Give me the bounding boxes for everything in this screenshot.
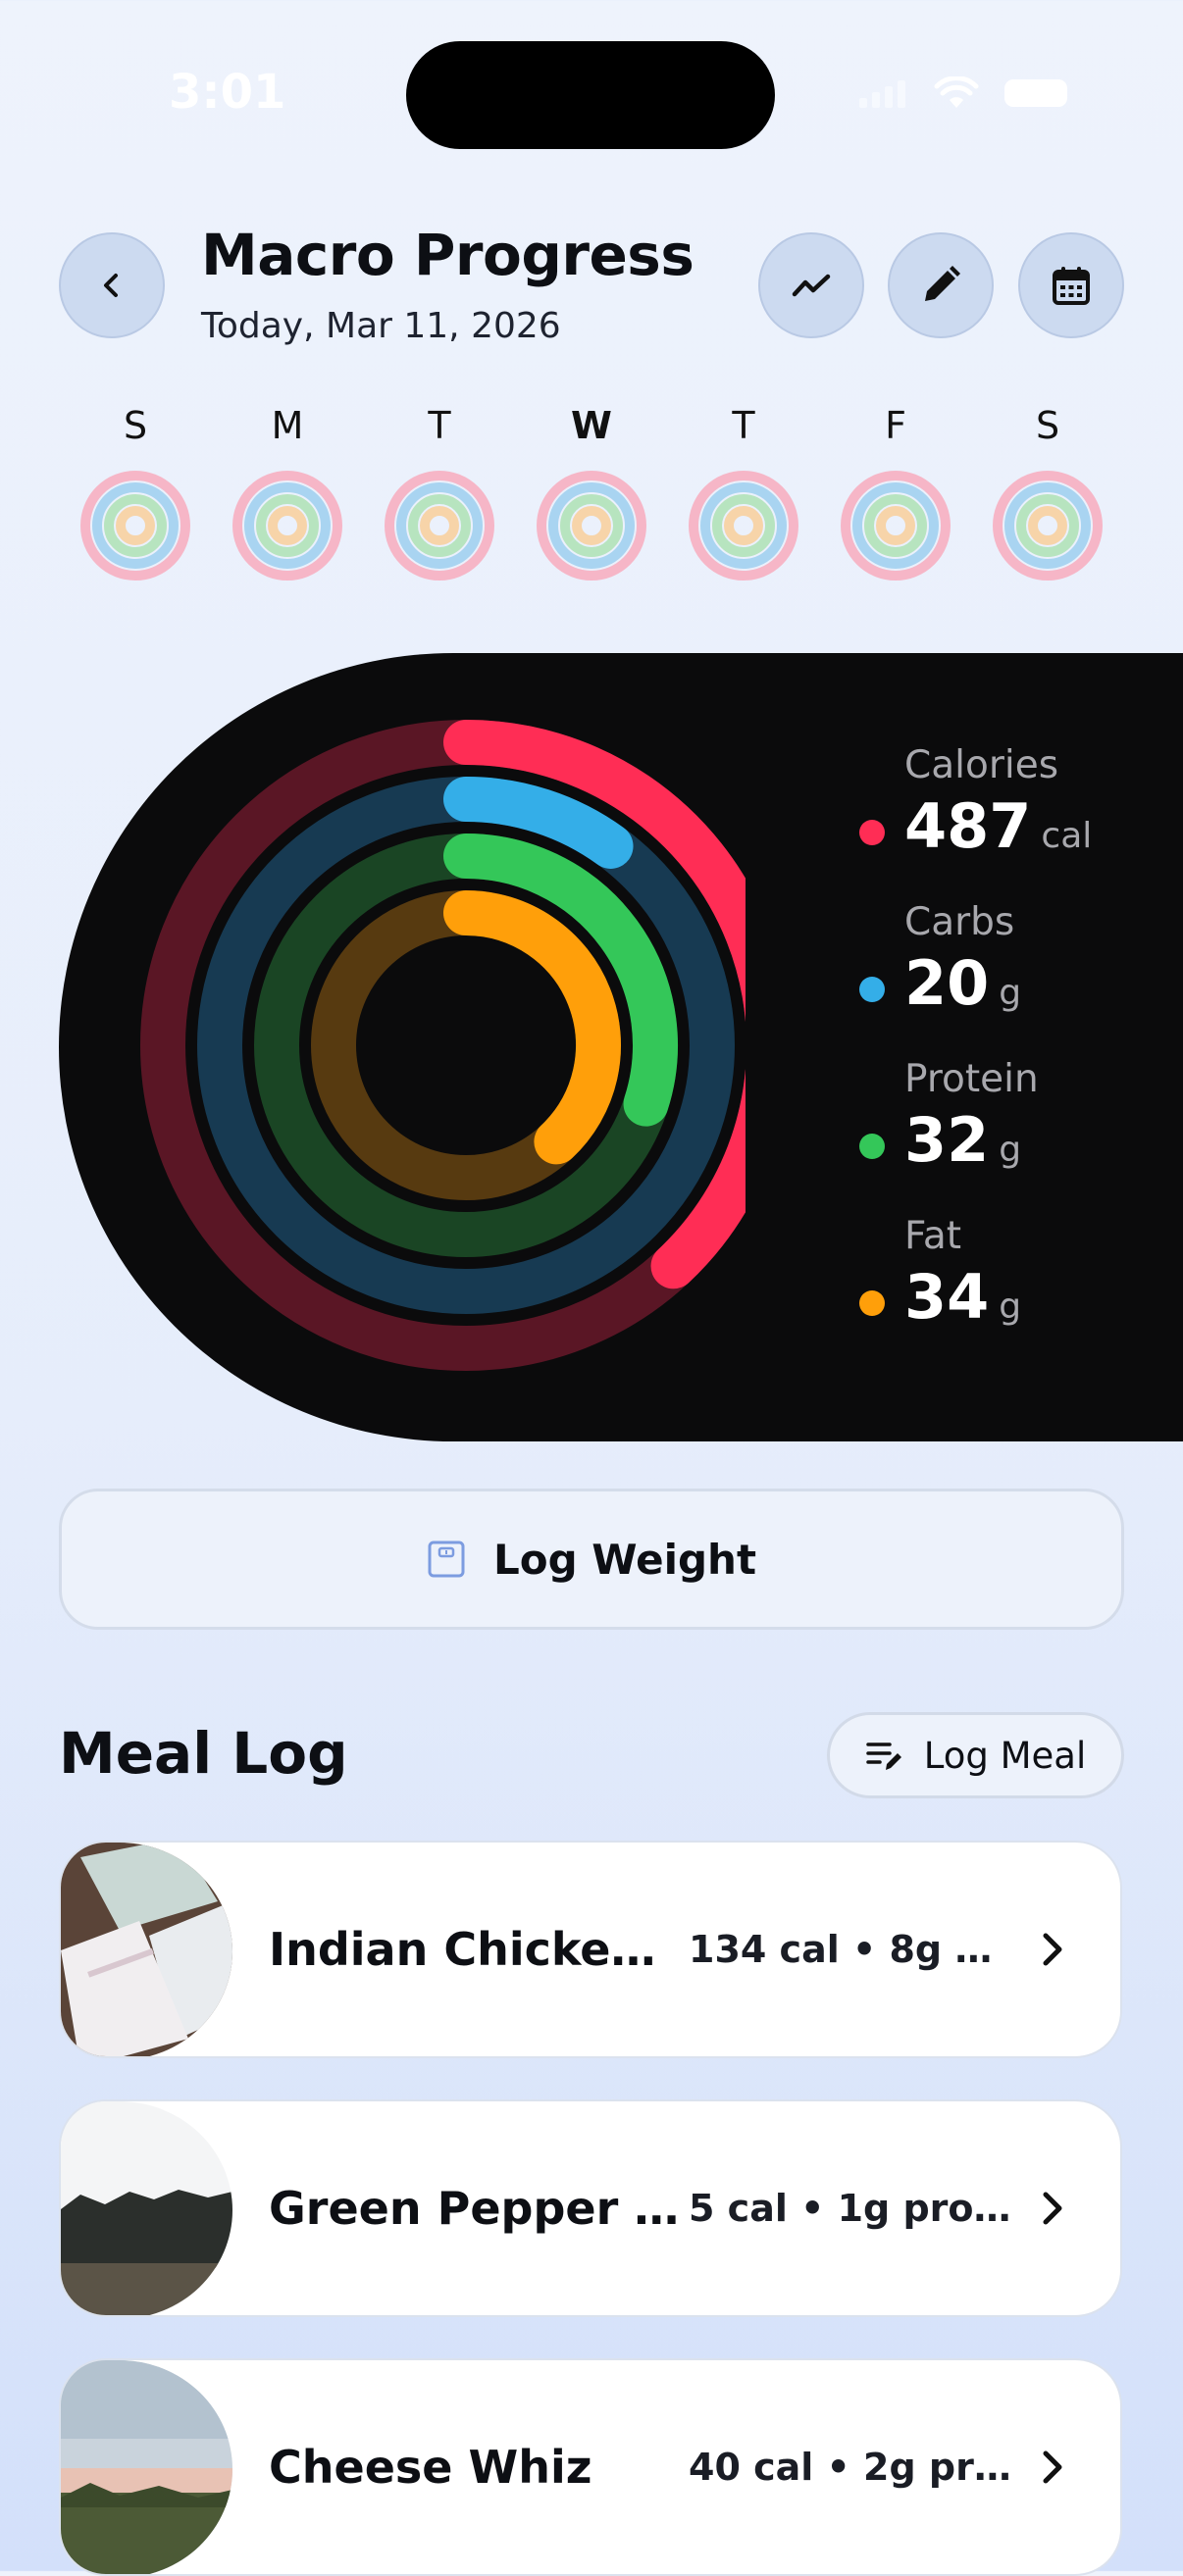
day-ring-3 [724,506,763,545]
macro-rings-card: Calories 487 cal Carbs 20 g Protein 32 g Fat 34 g [59,653,1183,1441]
day-letter: S [123,404,148,447]
edit-list-icon [866,1743,901,1770]
chevron-left-icon [104,274,118,297]
legend-label: Calories [904,743,1059,787]
day-progress-rings [537,471,646,581]
chevron-right-icon [1043,2450,1062,2484]
macro-unit: g [999,973,1022,1013]
day-letter: T [428,404,451,447]
legend-dot-fat [859,1290,885,1316]
chevron-right-icon [1043,2192,1062,2225]
back-button[interactable] [59,232,165,338]
meal-card[interactable]: Green Pepper S... 5 cal • 1g prot... [59,2099,1122,2317]
log-meal-button[interactable]: Log Meal [827,1712,1124,1798]
legend-dot-carbs [859,977,885,1002]
legend-label: Protein [904,1057,1039,1101]
dynamic-island [406,41,775,149]
trends-button[interactable] [758,232,864,338]
meal-photo [61,2101,232,2315]
calendar-icon [1053,267,1090,305]
day-progress-rings [80,471,190,581]
legend-label: Fat [904,1214,962,1258]
day-1[interactable]: M [229,404,346,582]
meal-log-title: Meal Log [59,1720,348,1787]
day-ring-3 [572,506,611,545]
macro-unit: g [999,1130,1022,1170]
status-icons [859,76,1067,110]
scale-icon [428,1541,465,1578]
day-letter: T [732,404,755,447]
day-progress-rings [993,471,1103,581]
macro-value: 34 [904,1261,990,1333]
macro-value: 487 [904,790,1032,862]
day-4[interactable]: T [685,404,802,582]
trend-icon [792,274,831,297]
meal-stats: 5 cal • 1g prot... [689,2187,1012,2230]
day-ring-3 [268,506,307,545]
chevron-right-icon [1043,1933,1062,1966]
ring-progress-fat [443,890,621,1165]
page-title: Macro Progress [201,222,694,288]
macro-rings-chart [140,720,746,1371]
macro-unit: g [999,1287,1022,1327]
meal-card[interactable]: Cheese Whiz 40 cal • 2g pro... [59,2358,1122,2576]
pencil-icon [925,266,960,301]
log-meal-label: Log Meal [923,1734,1087,1777]
day-progress-rings [689,471,798,581]
meal-name: Green Pepper S... [269,2182,686,2235]
macro-unit: cal [1041,816,1093,856]
day-2[interactable]: T [381,404,498,582]
status-time: 3:01 [169,65,286,120]
day-6[interactable]: S [989,404,1106,582]
day-letter: F [885,404,906,447]
wifi-icon [934,76,979,108]
day-progress-rings [385,471,494,581]
day-5[interactable]: F [837,404,954,582]
legend-value: 32 g [904,1104,1021,1176]
calendar-button[interactable] [1018,232,1124,338]
day-letter: W [571,404,612,447]
day-0[interactable]: S [77,404,194,582]
legend-dot-calories [859,820,885,845]
day-ring-3 [876,506,915,545]
day-ring-3 [1028,506,1067,545]
day-ring-3 [420,506,459,545]
legend-dot-protein [859,1134,885,1159]
meal-stats: 40 cal • 2g pro... [689,2446,1012,2489]
day-progress-rings [232,471,342,581]
page-date: Today, Mar 11, 2026 [201,306,561,346]
battery-icon [1004,79,1067,107]
meal-name: Indian Chicken... [269,1923,686,1976]
day-letter: M [271,404,304,447]
day-progress-rings [841,471,951,581]
macro-value: 32 [904,1104,990,1176]
day-3[interactable]: W [533,404,650,582]
legend-value: 34 g [904,1261,1021,1333]
macro-value: 20 [904,947,990,1019]
legend-value: 20 g [904,947,1021,1019]
meal-name: Cheese Whiz [269,2441,592,2494]
day-letter: S [1035,404,1060,447]
day-ring-3 [116,506,155,545]
legend-value: 487 cal [904,790,1092,862]
meal-photo [61,1843,232,2056]
legend-label: Carbs [904,900,1015,944]
meal-card[interactable]: Indian Chicken... 134 cal • 8g pr... [59,1841,1122,2058]
meal-stats: 134 cal • 8g pr... [689,1928,1012,1971]
log-weight-button[interactable]: Log Weight [59,1489,1124,1630]
meal-photo [61,2360,232,2574]
edit-button[interactable] [888,232,994,338]
signal-icon [859,80,905,108]
log-weight-label: Log Weight [492,1535,757,1584]
